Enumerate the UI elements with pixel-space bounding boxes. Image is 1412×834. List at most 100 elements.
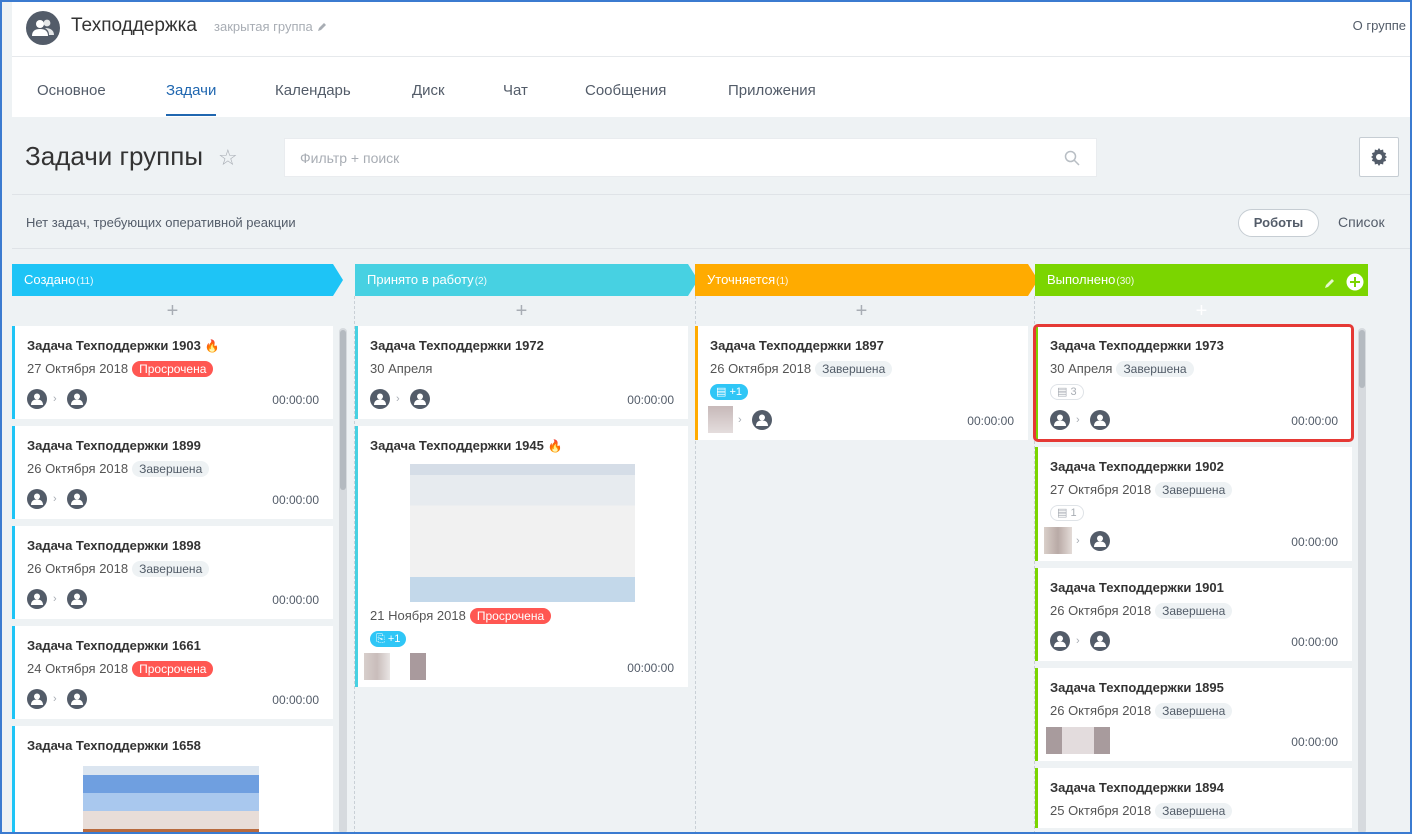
group-title[interactable]: Техподдержка bbox=[71, 15, 197, 37]
responsible-avatar[interactable] bbox=[752, 410, 772, 430]
task-card[interactable]: Задача Техподдержки 1899 26 Октября 2018… bbox=[12, 426, 333, 519]
add-task-button[interactable]: + bbox=[12, 296, 333, 326]
search-icon[interactable] bbox=[1064, 150, 1080, 171]
task-card[interactable]: Задача Техподдержки 1661 24 Октября 2018… bbox=[12, 626, 333, 719]
add-task-button[interactable]: + bbox=[1035, 296, 1368, 326]
add-task-button[interactable]: + bbox=[355, 296, 688, 326]
about-group-link[interactable]: О группе bbox=[1353, 18, 1406, 33]
responsible-avatar[interactable] bbox=[67, 689, 87, 709]
chevron-right-icon: › bbox=[1076, 535, 1080, 547]
task-timer[interactable]: 00:00:00 bbox=[627, 661, 674, 675]
responsible-avatar[interactable] bbox=[410, 653, 426, 680]
responsible-avatar[interactable] bbox=[67, 489, 87, 509]
settings-button[interactable] bbox=[1359, 137, 1399, 177]
responsible-avatar[interactable] bbox=[67, 589, 87, 609]
responsible-avatar[interactable] bbox=[410, 389, 430, 409]
task-title[interactable]: Задача Техподдержки 1903 bbox=[27, 338, 201, 353]
task-card[interactable]: Задача Техподдержки 1903 🔥 27 Октября 201… bbox=[12, 326, 333, 419]
creator-avatar[interactable] bbox=[1050, 410, 1070, 430]
task-timer[interactable]: 00:00:00 bbox=[1291, 414, 1338, 428]
creator-avatar[interactable] bbox=[364, 653, 390, 680]
task-card[interactable]: Задача Техподдержки 1973 30 Апреля Заверш… bbox=[1033, 324, 1354, 442]
task-card[interactable]: Задача Техподдержки 1898 26 Октября 2018… bbox=[12, 526, 333, 619]
task-timer[interactable]: 00:00:00 bbox=[1291, 635, 1338, 649]
task-title[interactable]: Задача Техподдержки 1972 bbox=[370, 338, 544, 353]
task-timer[interactable]: 00:00:00 bbox=[272, 393, 319, 407]
task-title[interactable]: Задача Техподдержки 1945 bbox=[370, 438, 544, 453]
pencil-icon[interactable] bbox=[1324, 277, 1336, 289]
creator-avatar[interactable] bbox=[27, 689, 47, 709]
creator-avatar[interactable] bbox=[708, 406, 733, 433]
creator-avatar[interactable] bbox=[370, 389, 390, 409]
column-scrollbar[interactable] bbox=[339, 328, 347, 834]
list-view-link[interactable]: Список bbox=[1338, 214, 1385, 230]
creator-avatar[interactable] bbox=[27, 589, 47, 609]
task-card[interactable]: Задача Техподдержки 1895 26 Октября 2018… bbox=[1035, 668, 1352, 761]
filter-search-input[interactable] bbox=[285, 139, 1096, 176]
comments-chip[interactable]: ▤ 1 bbox=[1050, 505, 1084, 521]
tab-disk[interactable]: Диск bbox=[412, 82, 445, 99]
robots-button[interactable]: Роботы bbox=[1238, 209, 1319, 237]
tab-tasks[interactable]: Задачи bbox=[166, 82, 217, 116]
task-card[interactable]: Задача Техподдержки 1902 27 Октября 2018… bbox=[1035, 447, 1352, 561]
tab-calendar[interactable]: Календарь bbox=[275, 82, 351, 99]
responsible-avatar[interactable] bbox=[1090, 631, 1110, 651]
creator-avatar[interactable] bbox=[1050, 631, 1070, 651]
comments-chip[interactable]: ▤ 3 bbox=[1050, 384, 1084, 400]
task-title[interactable]: Задача Техподдержки 1897 bbox=[710, 338, 884, 353]
task-title[interactable]: Задача Техподдержки 1894 bbox=[1050, 780, 1224, 795]
creator-avatar[interactable] bbox=[27, 389, 47, 409]
filter-search[interactable] bbox=[284, 138, 1097, 177]
column-scrollbar[interactable] bbox=[1358, 328, 1366, 834]
add-column-icon[interactable] bbox=[1346, 273, 1364, 291]
tab-messages[interactable]: Сообщения bbox=[585, 82, 666, 99]
group-avatar-icon[interactable] bbox=[26, 11, 60, 45]
column-header[interactable]: Создано(11) bbox=[12, 264, 343, 296]
task-title[interactable]: Задача Техподдержки 1661 bbox=[27, 638, 201, 653]
task-title[interactable]: Задача Техподдержки 1895 bbox=[1050, 680, 1224, 695]
task-card[interactable]: Задача Техподдержки 1658 bbox=[12, 726, 333, 834]
task-title[interactable]: Задача Техподдержки 1973 bbox=[1050, 338, 1224, 353]
tab-apps[interactable]: Приложения bbox=[728, 82, 816, 99]
task-card[interactable]: Задача Техподдержки 1972 30 Апреля › 00:… bbox=[355, 326, 688, 419]
task-timer[interactable]: 00:00:00 bbox=[272, 693, 319, 707]
task-timer[interactable]: 00:00:00 bbox=[272, 593, 319, 607]
creator-avatar[interactable] bbox=[1044, 527, 1072, 554]
creator-avatar[interactable] bbox=[27, 489, 47, 509]
tab-chat[interactable]: Чат bbox=[503, 82, 528, 99]
status-badge: Завершена bbox=[132, 461, 210, 477]
task-timer[interactable]: 00:00:00 bbox=[1291, 735, 1338, 749]
task-title[interactable]: Задача Техподдержки 1658 bbox=[27, 738, 201, 753]
task-timer[interactable]: 00:00:00 bbox=[967, 414, 1014, 428]
comments-chip[interactable]: ▤ +1 bbox=[710, 384, 749, 400]
task-card[interactable]: Задача Техподдержки 1894 25 Октября 2018… bbox=[1035, 768, 1352, 828]
tab-main[interactable]: Основное bbox=[37, 82, 106, 99]
paperclip-icon: ⎘ bbox=[376, 633, 385, 645]
chevron-right-icon: › bbox=[53, 493, 57, 505]
column-header[interactable]: Уточняется(1) bbox=[695, 264, 1038, 296]
responsible-avatar[interactable] bbox=[67, 389, 87, 409]
comment-icon: ▤ bbox=[1057, 507, 1068, 519]
task-card[interactable]: Задача Техподдержки 1897 26 Октября 2018… bbox=[695, 326, 1028, 440]
task-title[interactable]: Задача Техподдержки 1898 bbox=[27, 538, 201, 553]
column-header[interactable]: Выполнено(30) bbox=[1035, 264, 1368, 296]
attachment-chip[interactable]: ⎘ +1 bbox=[370, 631, 407, 647]
info-bar: Нет задач, требующих оперативной реакции… bbox=[12, 194, 1412, 249]
add-task-button[interactable]: + bbox=[695, 296, 1028, 326]
responsible-avatar[interactable] bbox=[1090, 410, 1110, 430]
task-card[interactable]: Задача Техподдержки 1901 26 Октября 2018… bbox=[1035, 568, 1352, 661]
task-timer[interactable]: 00:00:00 bbox=[272, 493, 319, 507]
attachment-preview-image[interactable] bbox=[409, 464, 635, 602]
attachment-preview-image[interactable] bbox=[83, 766, 259, 834]
pencil-icon[interactable] bbox=[317, 20, 327, 35]
task-timer[interactable]: 00:00:00 bbox=[627, 393, 674, 407]
task-title[interactable]: Задача Техподдержки 1901 bbox=[1050, 580, 1224, 595]
task-timer[interactable]: 00:00:00 bbox=[1291, 535, 1338, 549]
responsible-avatar[interactable] bbox=[1090, 531, 1110, 551]
task-card[interactable]: Задача Техподдержки 1945 🔥 21 Ноября 2018… bbox=[355, 426, 688, 687]
column-header[interactable]: Принято в работу(2) bbox=[355, 264, 698, 296]
task-title[interactable]: Задача Техподдержки 1902 bbox=[1050, 459, 1224, 474]
star-icon[interactable]: ☆ bbox=[218, 145, 238, 171]
task-title[interactable]: Задача Техподдержки 1899 bbox=[27, 438, 201, 453]
assignee-avatars[interactable] bbox=[1046, 727, 1110, 754]
